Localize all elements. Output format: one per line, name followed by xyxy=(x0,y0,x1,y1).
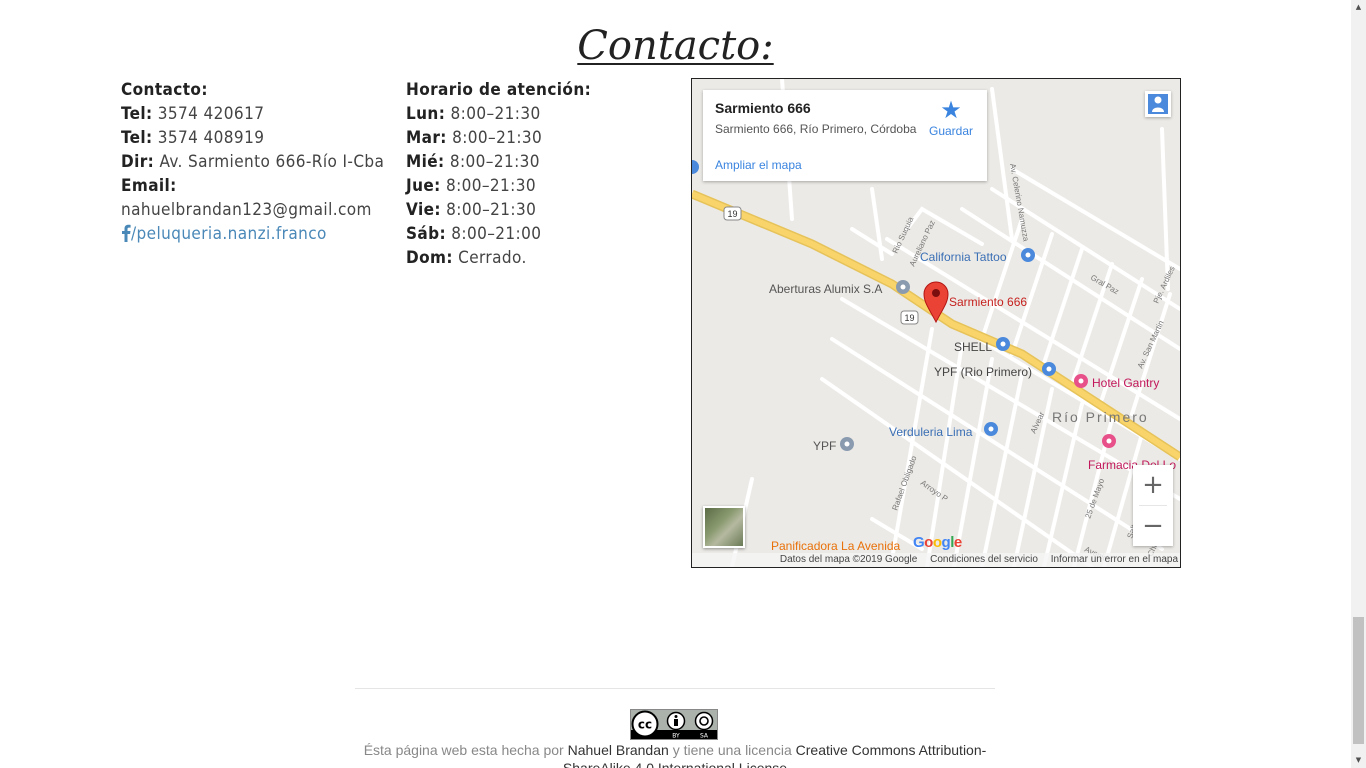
poi-label[interactable]: Hotel Gantry xyxy=(1092,376,1159,390)
footer-divider xyxy=(355,688,995,689)
cc-by-sa-icon: cc BY SA xyxy=(631,710,717,740)
zoom-out-button[interactable]: − xyxy=(1133,506,1173,546)
hours-row: Mar: 8:00–21:30 xyxy=(406,126,656,150)
google-map[interactable]: 19 19 Rio Suquia Aureliano Paz Av. Celer… xyxy=(691,78,1181,568)
day-time: 8:00–21:30 xyxy=(449,152,540,172)
svg-text:BY: BY xyxy=(672,733,680,740)
day-label: Vie: xyxy=(406,200,441,220)
email-value: nahuelbrandan123@gmail.com xyxy=(121,200,372,220)
facebook-link[interactable]: /peluqueria.nanzi.franco xyxy=(121,224,327,244)
contact-info: Contacto: Tel: 3574 420617 Tel: 3574 408… xyxy=(121,78,391,246)
footer-middle: y tiene una licencia xyxy=(672,742,792,758)
day-time: Cerrado. xyxy=(458,248,527,268)
save-button[interactable]: ★ Guardar xyxy=(929,97,974,139)
poi-label[interactable]: Panificadora La Avenida xyxy=(771,539,900,553)
facebook-icon xyxy=(122,224,131,242)
place-address: Sarmiento 666, Río Primero, Córdoba xyxy=(715,122,917,136)
poi-label[interactable]: California Tattoo xyxy=(920,250,1007,264)
hours-row: Lun: 8:00–21:30 xyxy=(406,102,656,126)
hours-row: Mié: 8:00–21:30 xyxy=(406,150,656,174)
hours-row: Sáb: 8:00–21:00 xyxy=(406,222,656,246)
route-shield: 19 xyxy=(904,313,914,323)
page-title: Contacto: xyxy=(577,23,774,69)
poi-pin[interactable] xyxy=(984,422,998,436)
hours-row: Dom: Cerrado. xyxy=(406,246,656,270)
day-time: 8:00–21:30 xyxy=(446,200,537,220)
contact-heading: Contacto: xyxy=(121,80,208,100)
poi-pin[interactable] xyxy=(896,280,910,294)
place-name: Sarmiento 666 xyxy=(715,100,811,116)
tel2-value: 3574 408919 xyxy=(157,128,265,148)
day-time: 8:00–21:30 xyxy=(452,128,543,148)
scroll-up-icon[interactable]: ▲ xyxy=(1351,0,1366,15)
street-view-pegman[interactable] xyxy=(1145,91,1171,117)
attribution-text: Datos del mapa ©2019 Google xyxy=(779,554,918,565)
zoom-in-button[interactable]: + xyxy=(1133,465,1173,505)
scrollbar-thumb[interactable] xyxy=(1353,617,1364,744)
poi-pin[interactable] xyxy=(1102,434,1116,448)
scroll-down-icon[interactable]: ▼ xyxy=(1351,753,1366,768)
facebook-label: /peluqueria.nanzi.franco xyxy=(131,224,327,244)
terms-link[interactable]: Condiciones del servicio xyxy=(930,554,1038,565)
tel2-label: Tel: xyxy=(121,128,153,148)
town-label: Río Primero xyxy=(1052,409,1149,425)
day-label: Mié: xyxy=(406,152,445,172)
day-label: Dom: xyxy=(406,248,453,268)
day-label: Sáb: xyxy=(406,224,446,244)
marker-label: Sarmiento 666 xyxy=(949,295,1028,309)
hours-row: Jue: 8:00–21:30 xyxy=(406,174,656,198)
vertical-scrollbar[interactable]: ▲ ▼ xyxy=(1351,0,1366,768)
poi-pin[interactable] xyxy=(1074,374,1088,388)
day-label: Mar: xyxy=(406,128,447,148)
poi-label[interactable]: Verduleria Lima xyxy=(889,425,972,439)
day-label: Lun: xyxy=(406,104,446,124)
svg-text:SA: SA xyxy=(700,733,709,740)
hours-row: Vie: 8:00–21:30 xyxy=(406,198,656,222)
map-attribution: Datos del mapa ©2019 Google Condiciones … xyxy=(692,553,1180,567)
report-error-link[interactable]: Informar un error en el mapa xyxy=(1051,554,1178,565)
footer-text: Ésta página web esta hecha por Nahuel Br… xyxy=(355,741,995,768)
day-time: 8:00–21:30 xyxy=(445,176,536,196)
day-time: 8:00–21:30 xyxy=(450,104,541,124)
poi-label[interactable]: SHELL xyxy=(954,340,992,354)
zoom-control: + − xyxy=(1133,465,1173,546)
pegman-icon xyxy=(1148,94,1168,114)
route-shield: 19 xyxy=(727,209,737,219)
address-value: Av. Sarmiento 666-Río I-Cba xyxy=(159,152,385,172)
email-label: Email: xyxy=(121,176,177,196)
day-time: 8:00–21:00 xyxy=(451,224,542,244)
cc-by-sa-badge[interactable]: cc BY SA xyxy=(630,709,718,740)
opening-hours: Horario de atención: Lun: 8:00–21:30 Mar… xyxy=(406,78,656,270)
day-label: Jue: xyxy=(406,176,441,196)
satellite-toggle[interactable] xyxy=(703,506,745,548)
star-icon: ★ xyxy=(940,97,962,124)
svg-text:cc: cc xyxy=(638,718,652,732)
address-label: Dir: xyxy=(121,152,155,172)
enlarge-map-link[interactable]: Ampliar el mapa xyxy=(715,158,802,172)
tel1-label: Tel: xyxy=(121,104,153,124)
author-link[interactable]: Nahuel Brandan xyxy=(568,742,669,758)
poi-pin[interactable] xyxy=(996,337,1010,351)
hours-heading: Horario de atención: xyxy=(406,80,592,100)
poi-pin[interactable] xyxy=(1021,248,1035,262)
poi-label[interactable]: Aberturas Alumix S.A xyxy=(769,282,882,296)
poi-label[interactable]: YPF (Rio Primero) xyxy=(934,365,1032,379)
poi-label[interactable]: YPF xyxy=(813,439,836,453)
poi-pin[interactable] xyxy=(840,437,854,451)
tel1-value: 3574 420617 xyxy=(157,104,265,124)
footer-prefix: Ésta página web esta hecha por xyxy=(363,742,564,758)
save-label: Guardar xyxy=(929,124,974,138)
place-card: Sarmiento 666 Sarmiento 666, Río Primero… xyxy=(703,90,987,181)
poi-pin[interactable] xyxy=(1042,362,1056,376)
google-logo: Google xyxy=(913,534,962,551)
